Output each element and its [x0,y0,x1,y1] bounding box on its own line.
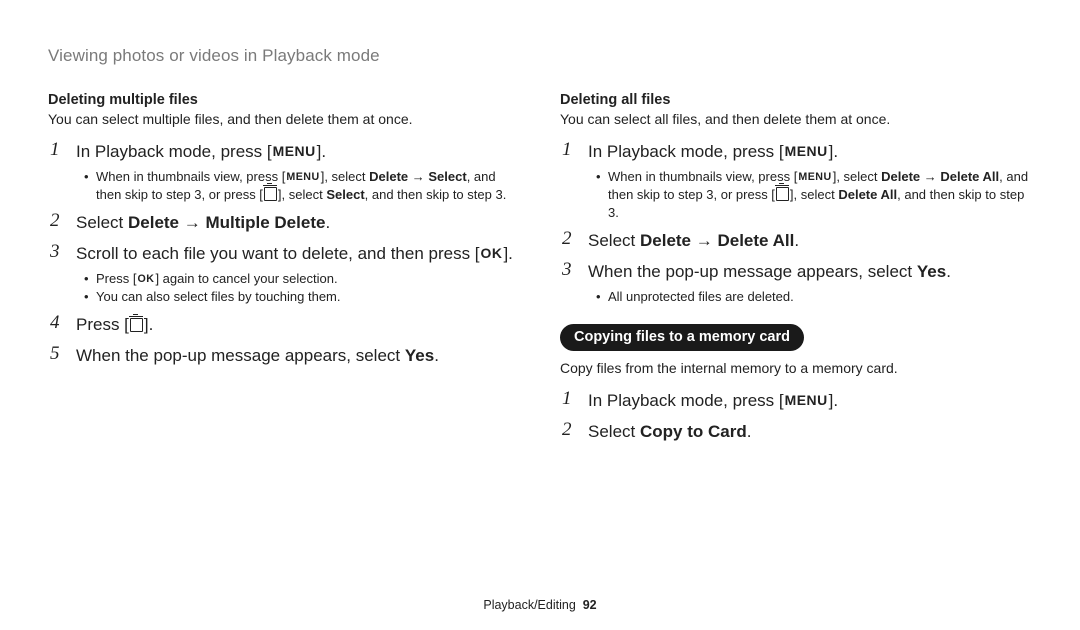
left-desc: You can select multiple files, and then … [48,110,520,129]
right-desc2: Copy files from the internal memory to a… [560,359,1032,378]
trash-icon [264,187,277,201]
step: Select Delete → Multiple Delete. [48,212,520,235]
step-text: When the pop-up message appears, select … [588,261,1032,284]
right-column: Deleting all files You can select all fi… [560,92,1032,452]
trash-icon [776,187,789,201]
step-text: Select Delete → Delete All. [588,230,1032,253]
menu-icon: MENU [797,172,832,183]
right-steps-2: In Playback mode, press [MENU]. Select C… [560,390,1032,444]
sub-bullet: When in thumbnails view, press [MENU], s… [84,168,520,204]
right-subhead: Deleting all files [560,92,1032,108]
step: In Playback mode, press [MENU]. [560,390,1032,413]
ok-icon: OK [136,274,155,285]
page-header: Viewing photos or videos in Playback mod… [48,46,1032,66]
menu-icon: MENU [272,145,317,159]
step-text: Press []. [76,314,520,337]
step: Select Delete → Delete All. [560,230,1032,253]
step: When the pop-up message appears, select … [560,261,1032,306]
step: When the pop-up message appears, select … [48,345,520,368]
step: Press []. [48,314,520,337]
step-text: Scroll to each file you want to delete, … [76,243,520,266]
step-text: In Playback mode, press [MENU]. [76,141,520,164]
step-text: In Playback mode, press [MENU]. [588,390,1032,413]
menu-icon: MENU [784,145,829,159]
menu-icon: MENU [784,394,829,408]
manual-page: Viewing photos or videos in Playback mod… [0,0,1080,630]
sub-bullet: Press [OK] again to cancel your selectio… [84,270,520,288]
left-column: Deleting multiple files You can select m… [48,92,520,452]
footer-page-number: 92 [583,598,597,612]
sub-bullet: All unprotected files are deleted. [596,288,1032,306]
step-text: Select Copy to Card. [588,421,1032,444]
two-column-layout: Deleting multiple files You can select m… [48,92,1032,452]
sub-bullets: Press [OK] again to cancel your selectio… [76,268,520,306]
trash-icon [130,318,143,332]
right-desc: You can select all files, and then delet… [560,110,1032,129]
footer-section: Playback/Editing [483,598,575,612]
sub-bullet: When in thumbnails view, press [MENU], s… [596,168,1032,223]
left-steps: In Playback mode, press [MENU]. When in … [48,141,520,368]
section-pill: Copying files to a memory card [560,324,804,351]
step-text: In Playback mode, press [MENU]. [588,141,1032,164]
right-steps: In Playback mode, press [MENU]. When in … [560,141,1032,307]
ok-icon: OK [480,247,504,261]
left-subhead: Deleting multiple files [48,92,520,108]
step: Select Copy to Card. [560,421,1032,444]
sub-bullet: You can also select files by touching th… [84,288,520,306]
sub-bullets: When in thumbnails view, press [MENU], s… [588,166,1032,223]
menu-icon: MENU [285,172,320,183]
step: In Playback mode, press [MENU]. When in … [48,141,520,204]
sub-bullets: When in thumbnails view, press [MENU], s… [76,166,520,204]
sub-bullets: All unprotected files are deleted. [588,286,1032,306]
step-text: When the pop-up message appears, select … [76,345,520,368]
page-footer: Playback/Editing 92 [0,598,1080,612]
step: In Playback mode, press [MENU]. When in … [560,141,1032,223]
step: Scroll to each file you want to delete, … [48,243,520,306]
step-text: Select Delete → Multiple Delete. [76,212,520,235]
